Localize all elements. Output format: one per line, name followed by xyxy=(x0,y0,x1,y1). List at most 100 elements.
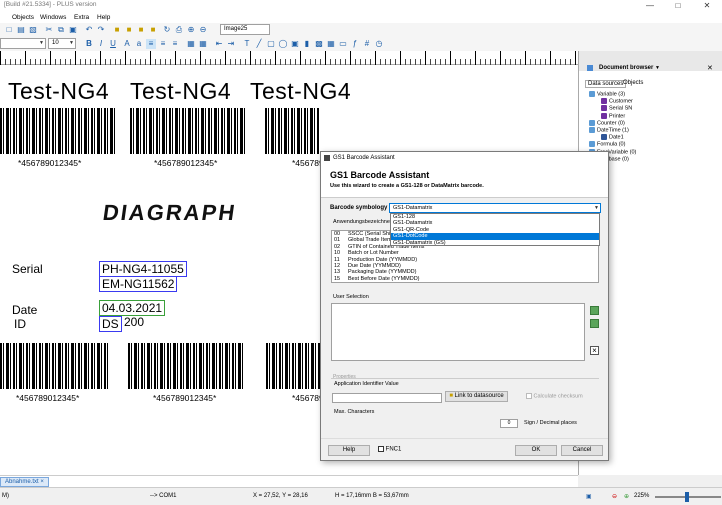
layer-icon[interactable]: ■ xyxy=(148,25,158,35)
grid-icon[interactable]: ▦ xyxy=(186,39,196,49)
font-increase-icon[interactable]: A xyxy=(122,39,132,49)
align-right-icon[interactable]: ≡ xyxy=(170,39,180,49)
date-label[interactable]: Date xyxy=(12,303,37,317)
tree-item[interactable]: Serial SN xyxy=(601,105,632,112)
variable-icon[interactable]: ƒ xyxy=(350,39,360,49)
symbology-dropdown-list[interactable]: GS1-128 GS1-Datamatrix GS1-QR-Code GS1-DotC… xyxy=(390,213,600,246)
symbology-select[interactable]: GS1-Datamatrix ▼ xyxy=(389,203,601,213)
link-datasource-button[interactable]: ■ Link to datasource xyxy=(445,391,508,402)
lock-icon[interactable]: ■ xyxy=(112,25,122,35)
save-icon[interactable]: ▧ xyxy=(28,25,38,35)
font-name-select[interactable]: ▼ xyxy=(0,38,46,49)
object-name-field[interactable]: Image25 xyxy=(220,24,270,35)
paste-icon[interactable]: ▣ xyxy=(68,25,78,35)
tree-item[interactable]: Date1 xyxy=(601,134,624,141)
menu-help[interactable]: Help xyxy=(97,14,110,21)
ok-button[interactable]: OK xyxy=(515,445,557,456)
add-icon[interactable] xyxy=(590,306,599,315)
close-icon[interactable]: ✕ xyxy=(707,64,713,72)
rect-icon[interactable]: ▢ xyxy=(266,39,276,49)
edit-icon[interactable] xyxy=(590,319,599,328)
indent-icon[interactable]: ⇤ xyxy=(214,39,224,49)
ungroup-icon[interactable]: ■ xyxy=(136,25,146,35)
symbology-option[interactable]: GS1-Datamatrix (GS) xyxy=(391,240,599,246)
tree-item[interactable]: Customer xyxy=(601,98,633,105)
text-icon[interactable]: T xyxy=(242,39,252,49)
tree-item[interactable]: Printer xyxy=(601,112,625,119)
rotate-icon[interactable]: ↻ xyxy=(162,25,172,35)
align-left-icon[interactable]: ≡ xyxy=(146,39,156,49)
serial-label[interactable]: Serial xyxy=(12,262,43,276)
menu-extra[interactable]: Extra xyxy=(74,14,89,21)
zoom-slider[interactable] xyxy=(655,492,721,502)
chevron-down-icon[interactable]: ▼ xyxy=(655,65,660,71)
font-size-select[interactable]: 10 ▼ xyxy=(48,38,76,49)
copy-icon[interactable]: ⧉ xyxy=(56,25,66,35)
ai-value-input[interactable] xyxy=(332,393,442,403)
zoom-in-icon[interactable]: ⊕ xyxy=(624,493,629,500)
layout-icon[interactable]: ▣ xyxy=(586,493,592,500)
ai-row[interactable]: 15 Best Before Date (YYMMDD) xyxy=(332,276,598,282)
group-icon[interactable]: ■ xyxy=(124,25,134,35)
barcode-5[interactable] xyxy=(128,343,245,389)
serial-value-1[interactable]: PH-NG4-11055 xyxy=(99,261,187,277)
tab-document[interactable]: Abnahme.txt × xyxy=(0,477,49,487)
bold-icon[interactable]: B xyxy=(84,39,94,49)
table-icon[interactable]: ▦ xyxy=(198,39,208,49)
italic-icon[interactable]: I xyxy=(96,39,106,49)
minimize-button[interactable]: — xyxy=(640,1,660,11)
underline-icon[interactable]: U xyxy=(108,39,118,49)
menu-windows[interactable]: Windows xyxy=(40,14,66,21)
tree-item[interactable]: Variable (3) xyxy=(589,91,625,97)
line-icon[interactable]: ╱ xyxy=(254,39,264,49)
id-label[interactable]: ID xyxy=(14,317,26,331)
close-button[interactable]: ✕ xyxy=(697,1,717,11)
align-center-icon[interactable]: ≡ xyxy=(158,39,168,49)
cancel-button[interactable]: Cancel xyxy=(561,445,603,456)
zoom-in-icon[interactable]: ⊕ xyxy=(186,25,196,35)
label-title-1[interactable]: Test-NG4 xyxy=(8,78,109,105)
menu-objects[interactable]: Objects xyxy=(12,14,34,21)
gs1-icon[interactable]: ▭ xyxy=(338,39,348,49)
label-title-3[interactable]: Test-NG4 xyxy=(250,78,351,105)
barcode-icon[interactable]: ▮ xyxy=(302,39,312,49)
tree-item[interactable]: DateTime (1) xyxy=(589,127,629,133)
barcode-1[interactable] xyxy=(0,108,115,154)
ellipse-icon[interactable]: ◯ xyxy=(278,39,288,49)
label-title-2[interactable]: Test-NG4 xyxy=(130,78,231,105)
datamatrix-icon[interactable]: ▩ xyxy=(314,39,324,49)
id-prefix[interactable]: DS xyxy=(99,316,122,332)
maximize-button[interactable]: □ xyxy=(668,1,688,11)
new-icon[interactable]: □ xyxy=(4,25,14,35)
help-button[interactable]: Help xyxy=(328,445,370,456)
barcode-2[interactable] xyxy=(130,108,247,154)
tab-objects[interactable]: Objects xyxy=(621,80,645,86)
decimal-stepper[interactable]: 0 xyxy=(500,419,518,428)
open-icon[interactable]: ▤ xyxy=(16,25,26,35)
serial-value-2[interactable]: EM-NG11562 xyxy=(99,276,178,292)
image-icon[interactable]: ▣ xyxy=(290,39,300,49)
user-selection-list[interactable] xyxy=(331,303,585,361)
redo-icon[interactable]: ↷ xyxy=(96,25,106,35)
cut-icon[interactable]: ✂ xyxy=(44,25,54,35)
zoom-slider-thumb[interactable] xyxy=(685,492,689,502)
counter-icon[interactable]: # xyxy=(362,39,372,49)
diagraph-logo[interactable]: DIAGRAPH xyxy=(101,200,238,226)
close-icon[interactable]: × xyxy=(40,479,44,485)
font-decrease-icon[interactable]: a xyxy=(134,39,144,49)
barcode-4[interactable] xyxy=(0,343,108,389)
date-value[interactable]: 04.03.2021 xyxy=(99,300,166,316)
id-value[interactable]: 200 xyxy=(124,315,144,329)
calc-checksum-checkbox[interactable]: Calculate checksum xyxy=(526,393,583,399)
qrcode-icon[interactable]: ▦ xyxy=(326,39,336,49)
outdent-icon[interactable]: ⇥ xyxy=(226,39,236,49)
delete-icon[interactable]: × xyxy=(590,346,599,355)
print-icon[interactable]: ⎙ xyxy=(174,25,184,35)
zoom-out-icon[interactable]: ⊖ xyxy=(612,493,617,500)
zoom-out-icon[interactable]: ⊖ xyxy=(198,25,208,35)
fnc1-checkbox[interactable]: FNC1 xyxy=(378,446,401,453)
datetime-icon[interactable]: ◷ xyxy=(374,39,384,49)
barcode-6[interactable] xyxy=(266,343,320,389)
tree-item[interactable]: Counter (0) xyxy=(589,119,625,126)
tree-item[interactable]: Formula (0) xyxy=(589,141,625,148)
